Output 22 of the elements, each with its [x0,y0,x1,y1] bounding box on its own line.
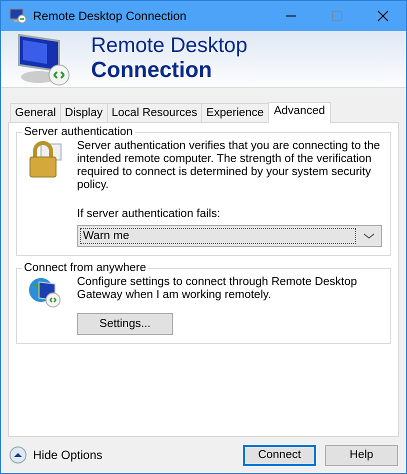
chevron-down-icon [363,232,375,240]
group-title: Server authentication [23,126,134,138]
dropdown[interactable]: Warn me [77,225,382,247]
settings-button[interactable]: Settings... [77,313,173,335]
hide-options-button[interactable]: Hide Options [9,446,102,464]
header-subtitle: Connection [91,57,213,83]
padlock-icon [27,140,63,180]
tab[interactable]: General [10,103,61,122]
description-text: Configure settings to connect through Remote Desktop Gateway when I am working remotely. [77,276,358,302]
tab[interactable]: Advanced [268,102,331,123]
header-title: Remote Desktop [91,35,248,57]
dropdown-value: Warn me [81,229,355,243]
monitor-icon [9,8,27,24]
window-title: Remote Desktop Connection [33,9,188,23]
group-title: Connect from anywhere [23,262,148,274]
collapse-icon [9,446,27,464]
dialog-button[interactable]: Connect [243,444,316,466]
dialog-button[interactable]: Help [325,444,398,466]
globe-monitor-icon [27,276,63,308]
dropdown-label: If server authentication fails: [77,208,222,220]
monitor-icon [15,31,71,87]
description-text: Server authentication verifies that you are connecting to the intended remote computer. The strength of the verification required to connect is determined by your system security policy. [77,140,382,192]
